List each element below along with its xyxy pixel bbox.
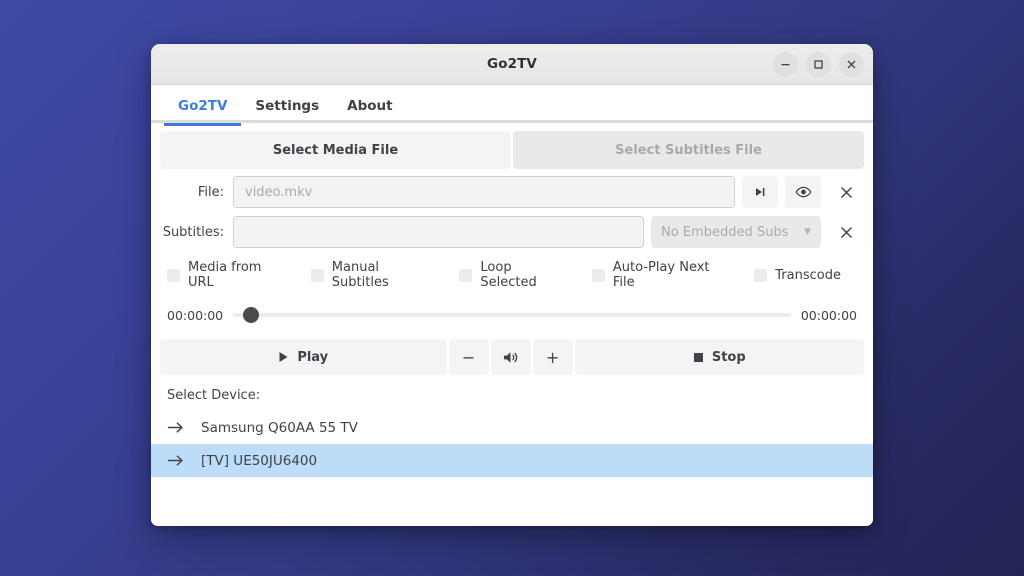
checkbox-media-from-url[interactable]: Media from URL <box>167 260 288 290</box>
play-button-label: Play <box>297 349 329 365</box>
checkbox-label: Loop Selected <box>480 260 537 290</box>
close-button[interactable] <box>839 51 864 77</box>
maximize-icon <box>814 59 823 69</box>
tab-bar: Go2TV Settings About <box>151 85 873 126</box>
device-list-item[interactable]: [TV] UE50JU6400 <box>151 444 873 477</box>
checkbox-label: Transcode <box>775 267 841 283</box>
checkbox-auto-play-next-file[interactable]: Auto-Play Next File <box>591 260 731 290</box>
window-controls <box>773 44 864 84</box>
device-name: [TV] UE50JU6400 <box>201 452 318 469</box>
select-media-file-button[interactable]: Select Media File <box>160 131 511 169</box>
play-icon <box>279 352 288 362</box>
checkbox-label: Media from URL <box>188 260 262 290</box>
select-device-label: Select Device: <box>167 388 261 403</box>
timeline-row: 00:00:00 00:00:00 <box>160 302 864 328</box>
device-name: Samsung Q60AA 55 TV <box>201 419 358 436</box>
title-bar: Go2TV <box>151 44 873 85</box>
playback-controls: Play − + Stop <box>160 339 865 375</box>
clear-subtitles-button[interactable] <box>828 216 864 248</box>
subtitles-input[interactable] <box>233 216 644 248</box>
arrow-right-icon <box>167 421 184 434</box>
preview-button[interactable] <box>785 176 821 208</box>
total-time: 00:00:00 <box>800 307 857 323</box>
timeline-knob[interactable] <box>243 307 260 323</box>
minimize-button[interactable] <box>773 51 798 77</box>
tab-settings[interactable]: Settings <box>241 98 333 123</box>
timeline-track <box>233 313 791 317</box>
file-label: File: <box>197 184 224 200</box>
subtitles-row: Subtitles: No Embedded Subs ▼ <box>160 215 864 249</box>
file-input[interactable]: video.mkv <box>233 176 735 208</box>
checkbox-box <box>754 268 768 282</box>
subtitles-label: Subtitles: <box>162 224 224 240</box>
timeline-slider[interactable] <box>233 306 791 324</box>
eye-icon <box>795 186 811 198</box>
file-selector-row: Select Media File Select Subtitles File <box>160 131 864 169</box>
checkbox-box <box>459 268 473 282</box>
checkbox-transcode[interactable]: Transcode <box>754 268 841 283</box>
volume-up-button[interactable]: + <box>532 339 573 375</box>
skip-next-button[interactable] <box>742 176 778 208</box>
stop-button[interactable]: Stop <box>574 339 865 375</box>
volume-down-button[interactable]: − <box>448 339 489 375</box>
stop-button-label: Stop <box>711 349 746 365</box>
file-row: File: video.mkv <box>160 175 864 209</box>
checkbox-label: Manual Subtitles <box>331 260 389 290</box>
checkbox-loop-selected[interactable]: Loop Selected <box>459 260 568 290</box>
tab-about[interactable]: About <box>333 98 406 123</box>
chevron-down-icon: ▼ <box>804 227 811 237</box>
minimize-icon <box>781 63 790 65</box>
embedded-subs-select[interactable]: No Embedded Subs ▼ <box>651 216 821 248</box>
checkbox-box <box>167 268 180 282</box>
stop-icon <box>693 352 703 362</box>
close-icon <box>847 60 856 68</box>
device-list-item[interactable]: Samsung Q60AA 55 TV <box>151 411 873 444</box>
clear-file-button[interactable] <box>828 176 864 208</box>
options-row: Media from URL Manual Subtitles Loop Sel… <box>160 260 864 290</box>
app-window: Go2TV Go2TV Settings About Select Media … <box>151 44 873 526</box>
maximize-button[interactable] <box>806 51 831 77</box>
arrow-right-icon <box>167 454 184 467</box>
checkbox-box <box>591 268 605 282</box>
checkbox-box <box>310 268 324 282</box>
play-button[interactable]: Play <box>160 339 447 375</box>
checkbox-manual-subtitles[interactable]: Manual Subtitles <box>310 260 437 290</box>
embedded-subs-value: No Embedded Subs <box>661 224 789 240</box>
file-input-placeholder: video.mkv <box>245 184 313 200</box>
clear-icon <box>840 226 852 238</box>
device-list: Samsung Q60AA 55 TV [TV] UE50JU6400 <box>151 411 873 477</box>
elapsed-time: 00:00:00 <box>167 307 224 323</box>
clear-icon <box>840 186 852 198</box>
main-content: Select Media File Select Subtitles File … <box>151 123 873 526</box>
volume-icon <box>503 351 518 363</box>
tab-go2tv[interactable]: Go2TV <box>164 98 242 126</box>
checkbox-label: Auto-Play Next File <box>612 260 710 290</box>
skip-next-icon <box>756 188 765 196</box>
volume-button[interactable] <box>490 339 531 375</box>
window-title: Go2TV <box>487 56 537 72</box>
select-subtitles-file-button[interactable]: Select Subtitles File <box>513 131 864 169</box>
